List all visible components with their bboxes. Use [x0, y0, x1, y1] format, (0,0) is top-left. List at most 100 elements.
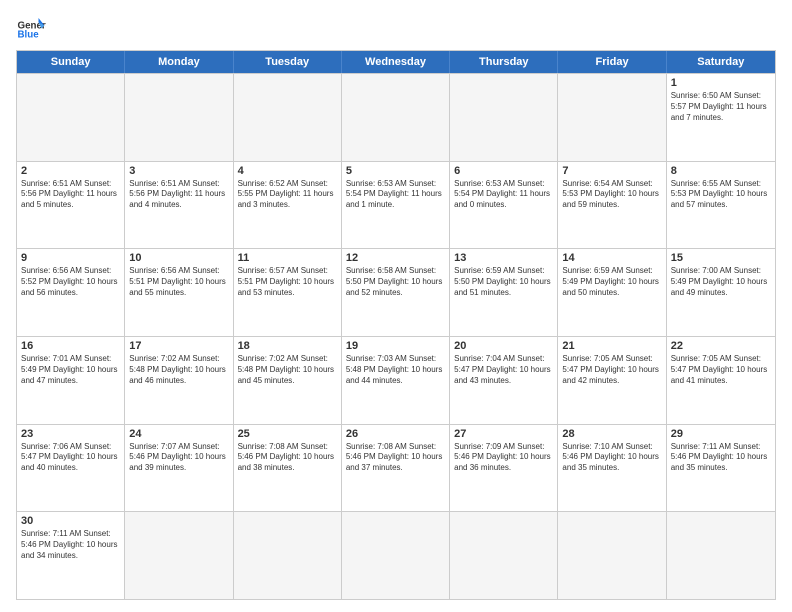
- day-number: 30: [21, 515, 120, 527]
- weekday-header-monday: Monday: [125, 51, 233, 73]
- day-number: 25: [238, 428, 337, 440]
- day-info: Sunrise: 7:11 AM Sunset: 5:46 PM Dayligh…: [21, 529, 120, 561]
- calendar-cell-r0c2: [234, 74, 342, 161]
- calendar-cell-r3c2: 18 Sunrise: 7:02 AM Sunset: 5:48 PM Dayli…: [234, 337, 342, 424]
- calendar-cell-r5c1: [125, 512, 233, 599]
- calendar-cell-r4c1: 24 Sunrise: 7:07 AM Sunset: 5:46 PM Dayli…: [125, 425, 233, 512]
- calendar-cell-r2c4: 13 Sunrise: 6:59 AM Sunset: 5:50 PM Dayli…: [450, 249, 558, 336]
- day-info: Sunrise: 7:09 AM Sunset: 5:46 PM Dayligh…: [454, 442, 553, 474]
- calendar-cell-r3c4: 20Sunrise: 7:04 AM Sunset: 5:47 PM Dayli…: [450, 337, 558, 424]
- calendar-cell-r0c3: [342, 74, 450, 161]
- day-number: 29: [671, 428, 771, 440]
- day-info: Sunrise: 7:00 AM Sunset: 5:49 PM Dayligh…: [671, 266, 771, 298]
- day-info: Sunrise: 6:50 AM Sunset: 5:57 PM Dayligh…: [671, 91, 771, 123]
- weekday-header-friday: Friday: [558, 51, 666, 73]
- calendar-cell-r1c5: 7Sunrise: 6:54 AM Sunset: 5:53 PM Daylig…: [558, 162, 666, 249]
- calendar-cell-r0c0: [17, 74, 125, 161]
- calendar-row-1: 2 Sunrise: 6:51 AM Sunset: 5:56 PM Daylig…: [17, 161, 775, 249]
- day-info: Sunrise: 6:52 AM Sunset: 5:55 PM Dayligh…: [238, 179, 337, 211]
- day-number: 21: [562, 340, 661, 352]
- day-info: Sunrise: 7:07 AM Sunset: 5:46 PM Dayligh…: [129, 442, 228, 474]
- calendar-row-5: 30 Sunrise: 7:11 AM Sunset: 5:46 PM Dayli…: [17, 511, 775, 599]
- calendar-cell-r4c0: 23 Sunrise: 7:06 AM Sunset: 5:47 PM Dayli…: [17, 425, 125, 512]
- day-number: 27: [454, 428, 553, 440]
- calendar-cell-r3c6: 22 Sunrise: 7:05 AM Sunset: 5:47 PM Dayli…: [667, 337, 775, 424]
- day-info: Sunrise: 6:59 AM Sunset: 5:49 PM Dayligh…: [562, 266, 661, 298]
- calendar-cell-r2c0: 9 Sunrise: 6:56 AM Sunset: 5:52 PM Daylig…: [17, 249, 125, 336]
- day-number: 22: [671, 340, 771, 352]
- day-info: Sunrise: 7:05 AM Sunset: 5:47 PM Dayligh…: [562, 354, 661, 386]
- day-info: Sunrise: 7:01 AM Sunset: 5:49 PM Dayligh…: [21, 354, 120, 386]
- calendar-cell-r2c2: 11Sunrise: 6:57 AM Sunset: 5:51 PM Dayli…: [234, 249, 342, 336]
- day-number: 17: [129, 340, 228, 352]
- weekday-header-thursday: Thursday: [450, 51, 558, 73]
- calendar-cell-r0c4: [450, 74, 558, 161]
- day-number: 1: [671, 77, 771, 89]
- header: General Blue: [16, 12, 776, 42]
- calendar-cell-r5c2: [234, 512, 342, 599]
- day-number: 15: [671, 252, 771, 264]
- calendar-cell-r2c6: 15 Sunrise: 7:00 AM Sunset: 5:49 PM Dayli…: [667, 249, 775, 336]
- day-number: 20: [454, 340, 553, 352]
- day-number: 26: [346, 428, 445, 440]
- calendar: SundayMondayTuesdayWednesdayThursdayFrid…: [16, 50, 776, 600]
- calendar-cell-r1c1: 3 Sunrise: 6:51 AM Sunset: 5:56 PM Daylig…: [125, 162, 233, 249]
- day-info: Sunrise: 6:51 AM Sunset: 5:56 PM Dayligh…: [129, 179, 228, 211]
- day-info: Sunrise: 7:06 AM Sunset: 5:47 PM Dayligh…: [21, 442, 120, 474]
- calendar-cell-r5c6: [667, 512, 775, 599]
- svg-text:Blue: Blue: [18, 30, 40, 41]
- day-number: 5: [346, 165, 445, 177]
- calendar-cell-r2c1: 10Sunrise: 6:56 AM Sunset: 5:51 PM Dayli…: [125, 249, 233, 336]
- calendar-cell-r4c3: 26 Sunrise: 7:08 AM Sunset: 5:46 PM Dayli…: [342, 425, 450, 512]
- day-info: Sunrise: 6:59 AM Sunset: 5:50 PM Dayligh…: [454, 266, 553, 298]
- calendar-cell-r4c6: 29Sunrise: 7:11 AM Sunset: 5:46 PM Dayli…: [667, 425, 775, 512]
- day-number: 12: [346, 252, 445, 264]
- calendar-cell-r4c4: 27 Sunrise: 7:09 AM Sunset: 5:46 PM Dayli…: [450, 425, 558, 512]
- day-info: Sunrise: 7:02 AM Sunset: 5:48 PM Dayligh…: [238, 354, 337, 386]
- day-info: Sunrise: 7:03 AM Sunset: 5:48 PM Dayligh…: [346, 354, 445, 386]
- calendar-body: 1 Sunrise: 6:50 AM Sunset: 5:57 PM Daylig…: [17, 73, 775, 599]
- calendar-cell-r0c5: [558, 74, 666, 161]
- calendar-cell-r5c0: 30 Sunrise: 7:11 AM Sunset: 5:46 PM Dayli…: [17, 512, 125, 599]
- calendar-cell-r3c1: 17 Sunrise: 7:02 AM Sunset: 5:48 PM Dayli…: [125, 337, 233, 424]
- day-info: Sunrise: 7:05 AM Sunset: 5:47 PM Dayligh…: [671, 354, 771, 386]
- day-number: 19: [346, 340, 445, 352]
- day-info: Sunrise: 6:56 AM Sunset: 5:52 PM Dayligh…: [21, 266, 120, 298]
- day-info: Sunrise: 6:53 AM Sunset: 5:54 PM Dayligh…: [454, 179, 553, 211]
- day-info: Sunrise: 7:08 AM Sunset: 5:46 PM Dayligh…: [346, 442, 445, 474]
- calendar-cell-r0c6: 1 Sunrise: 6:50 AM Sunset: 5:57 PM Daylig…: [667, 74, 775, 161]
- day-number: 13: [454, 252, 553, 264]
- day-number: 18: [238, 340, 337, 352]
- weekday-header-tuesday: Tuesday: [234, 51, 342, 73]
- calendar-cell-r2c5: 14Sunrise: 6:59 AM Sunset: 5:49 PM Dayli…: [558, 249, 666, 336]
- calendar-cell-r1c2: 4 Sunrise: 6:52 AM Sunset: 5:55 PM Daylig…: [234, 162, 342, 249]
- calendar-cell-r1c6: 8Sunrise: 6:55 AM Sunset: 5:53 PM Daylig…: [667, 162, 775, 249]
- calendar-cell-r3c0: 16 Sunrise: 7:01 AM Sunset: 5:49 PM Dayli…: [17, 337, 125, 424]
- day-info: Sunrise: 7:08 AM Sunset: 5:46 PM Dayligh…: [238, 442, 337, 474]
- day-info: Sunrise: 6:51 AM Sunset: 5:56 PM Dayligh…: [21, 179, 120, 211]
- day-number: 2: [21, 165, 120, 177]
- calendar-cell-r5c4: [450, 512, 558, 599]
- calendar-cell-r4c5: 28Sunrise: 7:10 AM Sunset: 5:46 PM Dayli…: [558, 425, 666, 512]
- day-info: Sunrise: 6:57 AM Sunset: 5:51 PM Dayligh…: [238, 266, 337, 298]
- day-info: Sunrise: 6:58 AM Sunset: 5:50 PM Dayligh…: [346, 266, 445, 298]
- day-number: 24: [129, 428, 228, 440]
- day-number: 23: [21, 428, 120, 440]
- day-number: 9: [21, 252, 120, 264]
- calendar-cell-r1c4: 6 Sunrise: 6:53 AM Sunset: 5:54 PM Daylig…: [450, 162, 558, 249]
- day-info: Sunrise: 7:02 AM Sunset: 5:48 PM Dayligh…: [129, 354, 228, 386]
- day-number: 3: [129, 165, 228, 177]
- calendar-cell-r1c0: 2 Sunrise: 6:51 AM Sunset: 5:56 PM Daylig…: [17, 162, 125, 249]
- day-info: Sunrise: 6:53 AM Sunset: 5:54 PM Dayligh…: [346, 179, 445, 211]
- calendar-row-3: 16 Sunrise: 7:01 AM Sunset: 5:49 PM Dayli…: [17, 336, 775, 424]
- logo-icon: General Blue: [16, 12, 46, 42]
- calendar-cell-r4c2: 25 Sunrise: 7:08 AM Sunset: 5:46 PM Dayli…: [234, 425, 342, 512]
- calendar-header: SundayMondayTuesdayWednesdayThursdayFrid…: [17, 51, 775, 73]
- day-number: 4: [238, 165, 337, 177]
- day-number: 16: [21, 340, 120, 352]
- day-number: 28: [562, 428, 661, 440]
- day-number: 6: [454, 165, 553, 177]
- day-info: Sunrise: 6:54 AM Sunset: 5:53 PM Dayligh…: [562, 179, 661, 211]
- logo: General Blue: [16, 12, 52, 42]
- calendar-cell-r2c3: 12 Sunrise: 6:58 AM Sunset: 5:50 PM Dayli…: [342, 249, 450, 336]
